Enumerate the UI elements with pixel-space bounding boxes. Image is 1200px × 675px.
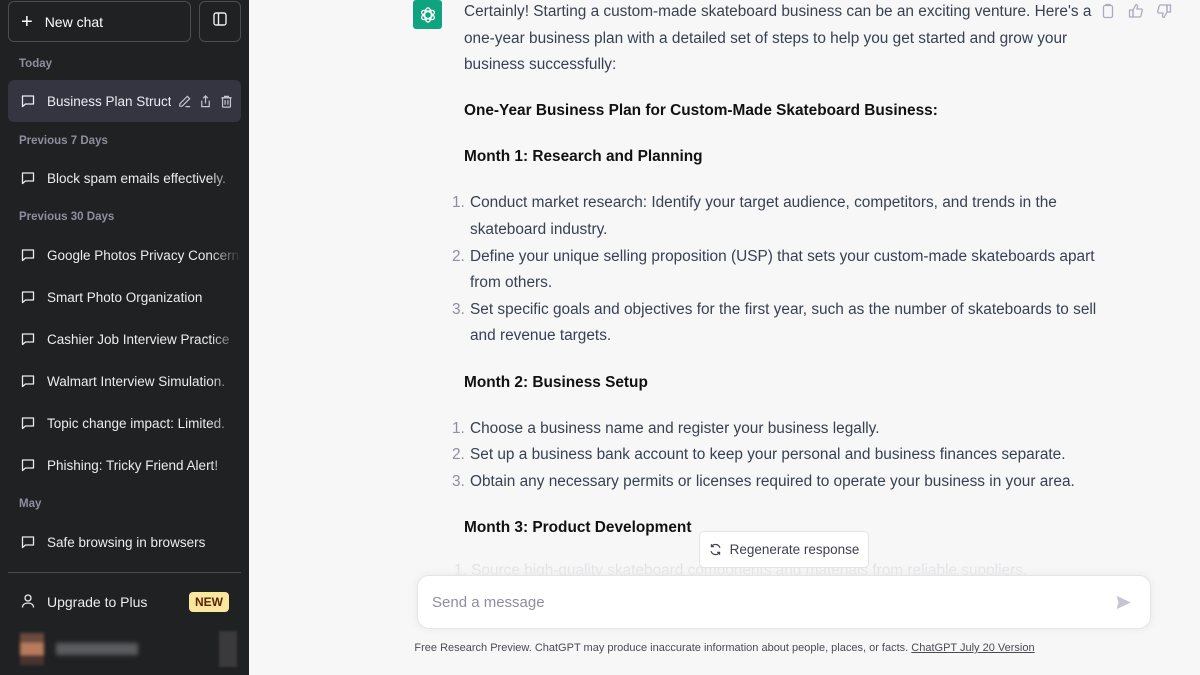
step-text: Define your unique selling proposition (… bbox=[470, 247, 1095, 292]
step-text: Set up a business bank account to keep y… bbox=[470, 446, 1066, 464]
new-chat-button[interactable]: + New chat bbox=[8, 1, 191, 42]
trash-icon[interactable] bbox=[219, 94, 234, 109]
chat-item[interactable]: Smart Photo Organization bbox=[8, 276, 241, 318]
regenerate-label: Regenerate response bbox=[729, 542, 860, 557]
chat-bubble-icon bbox=[20, 415, 36, 431]
chat-item-title: Smart Photo Organization bbox=[47, 289, 203, 305]
user-menu-button[interactable] bbox=[8, 627, 241, 671]
step-text: Conduct market research: Identify your t… bbox=[470, 194, 1057, 239]
assistant-message: Certainly! Starting a custom-made skateb… bbox=[452, 0, 1104, 561]
step-text: Choose a business name and register your… bbox=[470, 419, 880, 437]
section-label-previous-7-days: Previous 7 Days bbox=[19, 135, 108, 147]
edit-icon[interactable] bbox=[177, 94, 192, 109]
avatar bbox=[20, 633, 44, 665]
chat-bubble-icon bbox=[20, 170, 36, 186]
disclaimer-text: Free Research Preview. ChatGPT may produ… bbox=[414, 642, 912, 654]
chat-bubble-icon bbox=[20, 289, 36, 305]
regenerate-response-button[interactable]: Regenerate response bbox=[699, 531, 869, 568]
send-icon[interactable] bbox=[1115, 594, 1132, 611]
month-heading: Month 1: Research and Planning bbox=[464, 148, 703, 166]
plan-title: One-Year Business Plan for Custom-Made S… bbox=[464, 102, 938, 120]
step-text: Set specific goals and objectives for th… bbox=[470, 300, 1097, 345]
sidebar: + New chat Today Business Plan Struct Pr… bbox=[0, 0, 249, 675]
share-icon[interactable] bbox=[198, 94, 213, 109]
chat-item-title: Google Photos Privacy Concerns bbox=[47, 247, 241, 263]
step-text: Obtain any necessary permits or licenses… bbox=[470, 472, 1075, 490]
user-name-redacted bbox=[56, 643, 138, 655]
step-item: 2. Define your unique selling proposition… bbox=[452, 247, 1095, 292]
new-badge: NEW bbox=[189, 592, 229, 612]
step-item: 3. Obtain any necessary permits or licens… bbox=[452, 472, 1075, 490]
message-actions bbox=[1100, 3, 1172, 19]
chat-bubble-icon bbox=[20, 373, 36, 389]
chat-item-business-plan[interactable]: Business Plan Struct bbox=[8, 80, 241, 122]
upgrade-label: Upgrade to Plus bbox=[47, 594, 148, 610]
chat-bubble-icon bbox=[20, 331, 36, 347]
user-icon bbox=[20, 593, 36, 612]
chatgpt-logo-icon bbox=[413, 0, 442, 29]
chat-item-title: Business Plan Struct bbox=[47, 93, 171, 109]
more-icon bbox=[219, 631, 237, 667]
toggle-sidebar-button[interactable] bbox=[199, 1, 241, 42]
chat-item-title: Cashier Job Interview Practice bbox=[47, 331, 230, 347]
chat-item[interactable]: Safe browsing in browsers bbox=[8, 521, 241, 563]
chat-item-title: Safe browsing in browsers bbox=[47, 534, 206, 550]
chat-item[interactable]: Phishing: Tricky Friend Alert! bbox=[8, 444, 241, 486]
step-item: 1. Conduct market research: Identify your… bbox=[452, 194, 1057, 239]
month-steps: 1. Conduct market research: Identify your… bbox=[452, 190, 1104, 350]
chat-item-title: Walmart Interview Simulation. bbox=[47, 373, 226, 389]
chat-item[interactable]: Walmart Interview Simulation. bbox=[8, 360, 241, 402]
step-item: 2. Set up a business bank account to keep… bbox=[452, 446, 1066, 464]
section-label-previous-30-days: Previous 30 Days bbox=[19, 211, 115, 223]
chat-item[interactable]: Topic change impact: Limited. bbox=[8, 402, 241, 444]
chat-item-title: Phishing: Tricky Friend Alert! bbox=[47, 457, 219, 473]
chat-bubble-icon bbox=[20, 93, 36, 109]
thumbs-down-icon[interactable] bbox=[1156, 3, 1172, 19]
plus-icon: + bbox=[21, 10, 33, 33]
message-composer bbox=[417, 575, 1151, 629]
refresh-icon bbox=[709, 543, 722, 556]
sidebar-toggle-icon bbox=[212, 11, 228, 32]
chat-item[interactable]: Cashier Job Interview Practice bbox=[8, 318, 241, 360]
step-item: 1. Choose a business name and register yo… bbox=[452, 419, 880, 437]
message-input[interactable] bbox=[432, 576, 1092, 628]
chat-bubble-icon bbox=[20, 247, 36, 263]
new-chat-label: New chat bbox=[44, 13, 104, 30]
thumbs-up-icon[interactable] bbox=[1128, 3, 1144, 19]
upgrade-to-plus-button[interactable]: Upgrade to Plus NEW bbox=[8, 582, 241, 622]
chat-bubble-icon bbox=[20, 457, 36, 473]
month-steps: 1. Choose a business name and register yo… bbox=[452, 416, 1104, 496]
chat-item[interactable]: Block spam emails effectively. bbox=[8, 157, 241, 199]
message-intro: Certainly! Starting a custom-made skateb… bbox=[464, 3, 1092, 74]
chat-item-title: Block spam emails effectively. bbox=[47, 170, 226, 186]
footer-disclaimer: Free Research Preview. ChatGPT may produ… bbox=[249, 642, 1200, 654]
step-item: 3. Set specific goals and objectives for … bbox=[452, 300, 1097, 345]
chat-item[interactable]: Google Photos Privacy Concerns bbox=[8, 234, 241, 276]
sidebar-divider bbox=[8, 572, 241, 573]
month-heading: Month 2: Business Setup bbox=[464, 373, 648, 391]
section-label-may: May bbox=[19, 498, 42, 510]
chat-item-title: Topic change impact: Limited. bbox=[47, 415, 225, 431]
version-link[interactable]: ChatGPT July 20 Version bbox=[911, 642, 1034, 654]
section-label-today: Today bbox=[19, 58, 53, 70]
chat-main: Certainly! Starting a custom-made skateb… bbox=[249, 0, 1200, 675]
chat-bubble-icon bbox=[20, 534, 36, 550]
